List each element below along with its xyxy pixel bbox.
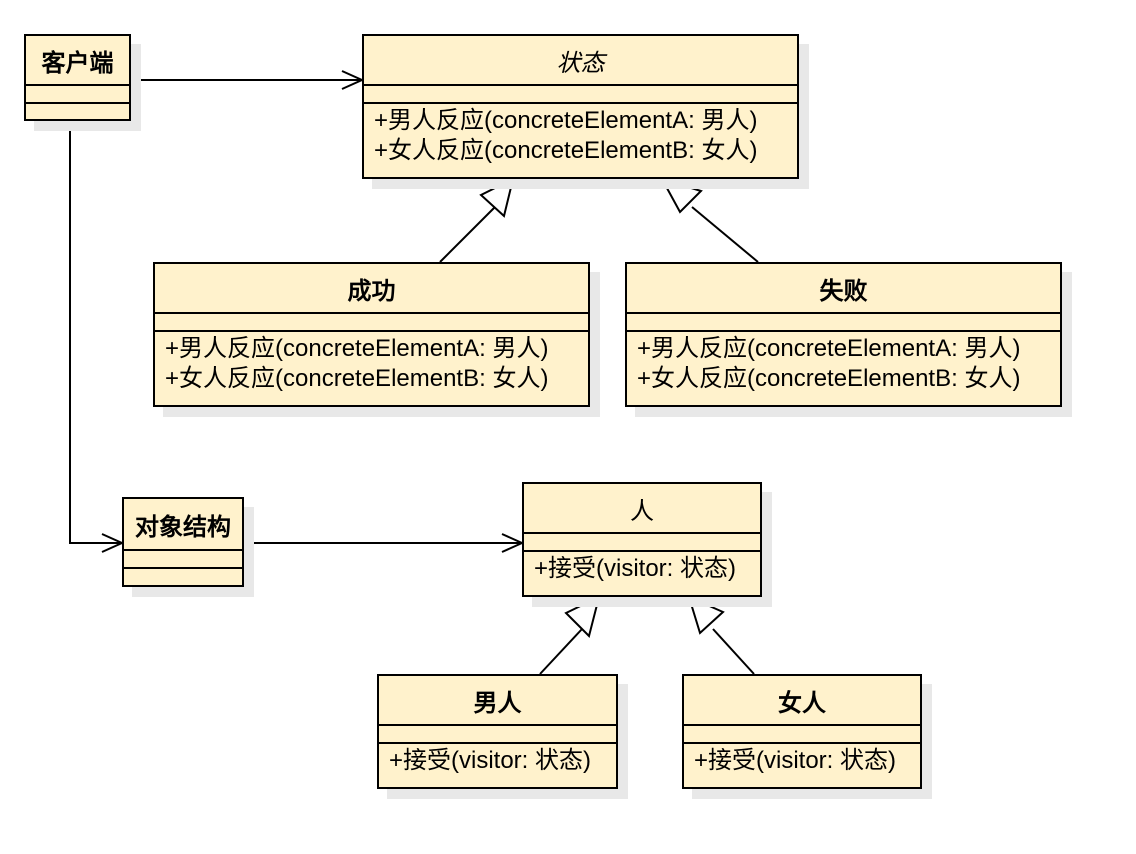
methods-section xyxy=(124,569,242,585)
class-failure[interactable]: 失败 +男人反应(concreteElementA: 男人) +女人反应(con… xyxy=(625,262,1062,407)
method-item: +接受(visitor: 状态) xyxy=(534,555,737,582)
method-item: +男人反应(concreteElementA: 男人) xyxy=(637,335,1021,362)
methods-section: +接受(visitor: 状态) xyxy=(524,552,760,595)
methods-section: +男人反应(concreteElementA: 男人) +女人反应(concre… xyxy=(364,104,797,177)
class-woman[interactable]: 女人 +接受(visitor: 状态) xyxy=(682,674,922,789)
class-title: 成功 xyxy=(155,264,588,314)
class-person[interactable]: 人 +接受(visitor: 状态) xyxy=(522,482,762,597)
class-title: 男人 xyxy=(379,676,616,726)
class-title: 状态 xyxy=(364,36,797,86)
method-item: +女人反应(concreteElementB: 女人) xyxy=(637,365,1021,392)
association-object-structure-person xyxy=(244,533,525,553)
attributes-section xyxy=(379,726,616,744)
class-title: 人 xyxy=(524,484,760,534)
generalization-success-state xyxy=(439,177,515,263)
methods-section: +男人反应(concreteElementA: 男人) +女人反应(concre… xyxy=(627,332,1060,405)
method-item: +接受(visitor: 状态) xyxy=(389,747,592,774)
attributes-section xyxy=(684,726,920,744)
attributes-section xyxy=(26,86,129,104)
generalization-man-person xyxy=(539,595,601,675)
method-item: +女人反应(concreteElementB: 女人) xyxy=(165,365,549,392)
class-success[interactable]: 成功 +男人反应(concreteElementA: 男人) +女人反应(con… xyxy=(153,262,590,407)
methods-section xyxy=(26,104,129,119)
methods-section: +接受(visitor: 状态) xyxy=(379,744,616,787)
class-title: 对象结构 xyxy=(124,499,242,551)
class-state[interactable]: 状态 +男人反应(concreteElementA: 男人) +女人反应(con… xyxy=(362,34,799,179)
association-client-state xyxy=(131,70,365,90)
attributes-section xyxy=(124,551,242,569)
method-item: +男人反应(concreteElementA: 男人) xyxy=(165,335,549,362)
attributes-section xyxy=(524,534,760,552)
attributes-section xyxy=(364,86,797,104)
class-client[interactable]: 客户端 xyxy=(24,34,131,121)
generalization-failure-state xyxy=(659,177,759,263)
uml-class-diagram: 客户端 状态 +男人反应(concreteElementA: 男人) +女人反应… xyxy=(0,0,1136,854)
attributes-section xyxy=(627,314,1060,332)
class-title: 女人 xyxy=(684,676,920,726)
association-client-object-structure xyxy=(69,121,125,553)
class-title: 客户端 xyxy=(26,36,129,86)
method-item: +男人反应(concreteElementA: 男人) xyxy=(374,107,758,134)
method-item: +女人反应(concreteElementB: 女人) xyxy=(374,137,758,164)
class-title: 失败 xyxy=(627,264,1060,314)
methods-section: +接受(visitor: 状态) xyxy=(684,744,920,787)
attributes-section xyxy=(155,314,588,332)
generalization-woman-person xyxy=(687,595,755,675)
class-man[interactable]: 男人 +接受(visitor: 状态) xyxy=(377,674,618,789)
method-item: +接受(visitor: 状态) xyxy=(694,747,897,774)
class-object-structure[interactable]: 对象结构 xyxy=(122,497,244,587)
methods-section: +男人反应(concreteElementA: 男人) +女人反应(concre… xyxy=(155,332,588,405)
